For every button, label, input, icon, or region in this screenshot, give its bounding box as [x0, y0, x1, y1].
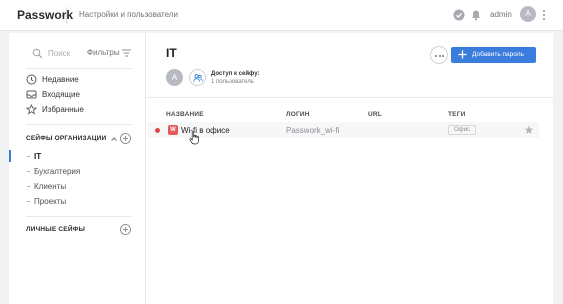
page-title: IT [166, 46, 177, 60]
tree-dash [27, 186, 30, 188]
user-name[interactable]: admin [490, 10, 512, 19]
top-divider [66, 7, 67, 24]
sidebar-divider [26, 216, 132, 217]
vault-label: Клиенты [34, 182, 67, 191]
item-icon: W [168, 125, 178, 135]
vault-item-clients[interactable]: Клиенты [27, 182, 66, 191]
sidebar-item-label: Входящие [42, 90, 80, 99]
dot [435, 55, 437, 57]
column-header-login[interactable]: ЛОГИН [286, 111, 310, 118]
sidebar-item-recent[interactable]: Недавние [26, 73, 126, 87]
add-password-label: Добавить пароль [472, 51, 524, 58]
more-options-button[interactable] [430, 46, 448, 64]
chevron-up-icon[interactable] [110, 135, 118, 143]
personal-vaults-title[interactable]: ЛИЧНЫЕ СЕЙФЫ [26, 226, 85, 233]
access-count[interactable]: 1 пользователь [211, 79, 254, 85]
check-circle-icon[interactable] [452, 8, 466, 22]
status-dot [155, 128, 160, 133]
sidebar-item-label: Недавние [42, 75, 79, 84]
column-header-url[interactable]: URL [368, 111, 382, 118]
sidebar-item-inbox[interactable]: Входящие [26, 88, 126, 102]
vault-label: IT [34, 152, 42, 161]
clock-icon [26, 74, 37, 85]
star-icon [26, 104, 37, 115]
hand-cursor-icon [189, 131, 199, 145]
app-logo[interactable]: Passwork [17, 8, 73, 22]
vault-view: IT Добавить пароль A Доступ к сейфу: 1 п… [147, 33, 553, 304]
active-vault-marker [9, 150, 11, 162]
access-label: Доступ к сейфу: [211, 71, 260, 77]
add-org-vault-button[interactable] [120, 133, 131, 144]
filter-icon[interactable] [122, 49, 131, 57]
tree-dash [27, 156, 30, 158]
org-vaults-title[interactable]: СЕЙФЫ ОРГАНИЗАЦИИ [26, 135, 106, 142]
item-login[interactable]: Passwork_wi-fi [286, 126, 339, 135]
vault-label: Бухгалтерия [34, 167, 81, 176]
add-personal-vault-button[interactable] [120, 224, 131, 235]
tree-dash [27, 171, 30, 173]
inbox-icon [26, 90, 37, 99]
content-panel: Фильтры Недавние Входящие Избран [9, 33, 553, 304]
sidebar-divider [26, 68, 132, 69]
top-bar: Passwork Настройки и пользователи admin … [0, 0, 563, 31]
user-avatar[interactable]: A [520, 6, 536, 22]
sidebar-divider [26, 124, 132, 125]
users-icon [193, 74, 203, 82]
plus-icon [458, 50, 467, 59]
tree-dash [27, 201, 30, 203]
column-header-tags[interactable]: ТЕГИ [448, 111, 465, 118]
vault-item-projects[interactable]: Проекты [27, 197, 66, 206]
add-password-button[interactable]: Добавить пароль [451, 47, 536, 63]
header-divider [147, 97, 553, 98]
bell-icon[interactable] [469, 8, 483, 22]
kebab-menu-icon[interactable] [542, 9, 546, 21]
vault-label: Проекты [34, 197, 67, 206]
dot [442, 55, 444, 57]
settings-users-link[interactable]: Настройки и пользователи [79, 10, 178, 19]
sidebar: Фильтры Недавние Входящие Избран [9, 33, 146, 304]
dot [438, 55, 441, 57]
favorite-star-icon[interactable] [524, 125, 534, 135]
table-row[interactable]: W Wi-fi в офисе Passwork_wi-fi Офис [147, 122, 539, 138]
search-icon [32, 48, 43, 59]
vault-item-it[interactable]: IT [27, 152, 41, 161]
sidebar-item-label: Избранные [42, 105, 84, 114]
manage-access-button[interactable] [189, 69, 206, 86]
filters-button[interactable]: Фильтры [87, 48, 120, 57]
vault-item-accounting[interactable]: Бухгалтерия [27, 167, 80, 176]
sidebar-item-favorites[interactable]: Избранные [26, 103, 126, 117]
avatar[interactable]: A [166, 69, 183, 86]
column-header-name[interactable]: НАЗВАНИЕ [166, 111, 204, 118]
tag-badge[interactable]: Офис [448, 125, 476, 135]
